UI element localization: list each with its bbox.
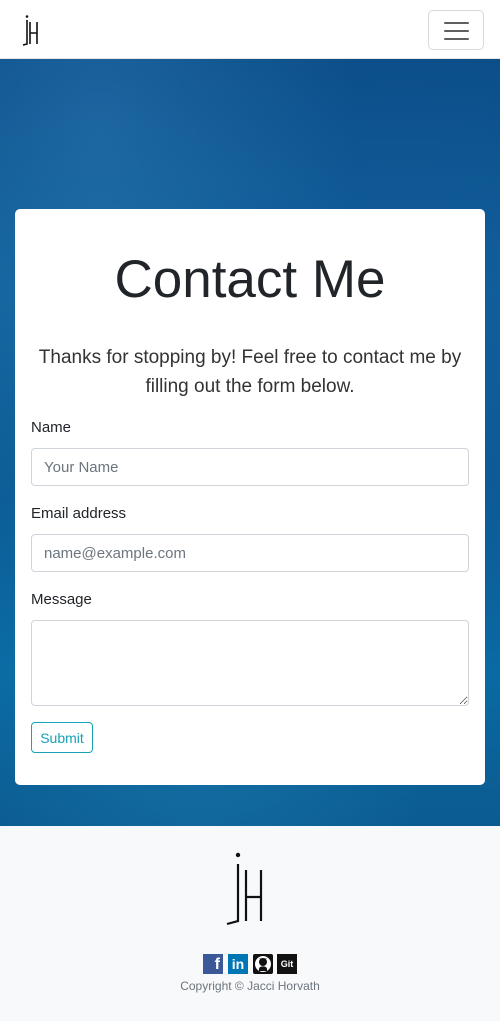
intro-text: Thanks for stopping by! Feel free to con… (38, 347, 462, 397)
jh-logo-icon[interactable] (20, 14, 40, 46)
copyright-text: Copyright © Jacci Horvath (180, 979, 320, 993)
page-title: Contact Me (114, 250, 386, 309)
git-icon[interactable]: Git (277, 954, 297, 974)
top-navbar (0, 0, 500, 59)
hamburger-menu-icon (444, 38, 469, 40)
facebook-icon[interactable]: f (203, 954, 223, 974)
email-label: Email address (31, 505, 127, 522)
hero-background: Contact Me Thanks for stopping by! Feel … (0, 59, 500, 826)
jh-logo-icon[interactable] (223, 850, 267, 926)
footer: f in Git Copyright © Jacci Horvath (0, 826, 500, 1021)
linkedin-icon[interactable]: in (228, 954, 248, 974)
social-links: f in Git (203, 954, 297, 974)
contact-card: Contact Me Thanks for stopping by! Feel … (15, 209, 485, 785)
message-label: Message (31, 591, 92, 608)
github-icon[interactable] (253, 954, 273, 974)
menu-toggle-button[interactable] (428, 10, 484, 50)
email-input[interactable] (31, 534, 469, 572)
name-input[interactable] (31, 448, 469, 486)
message-textarea[interactable] (31, 620, 469, 706)
submit-button[interactable]: Submit (31, 722, 93, 753)
name-label: Name (31, 419, 72, 436)
hamburger-menu-icon (444, 30, 469, 32)
hamburger-menu-icon (444, 22, 469, 24)
